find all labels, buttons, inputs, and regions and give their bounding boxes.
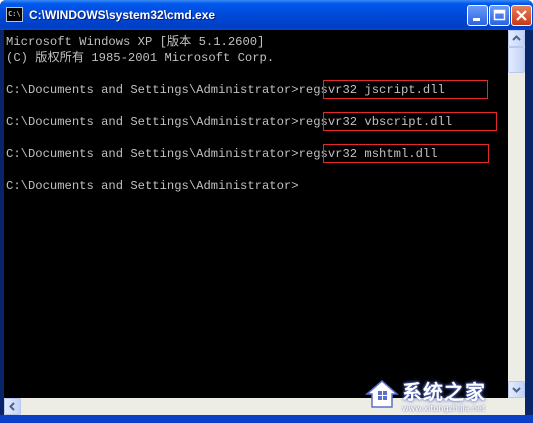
command-highlight-box	[323, 112, 497, 131]
scroll-left-button[interactable]	[4, 398, 21, 415]
watermark-url: www.xitongzhijia.net	[402, 404, 486, 413]
cmd-window: C:\ C:\WINDOWS\system32\cmd.exe Microsof…	[0, 0, 533, 423]
arrow-left-icon	[9, 402, 15, 411]
command-highlight-box	[323, 80, 488, 99]
close-button[interactable]	[511, 5, 532, 26]
console-line-4: C:\Documents and Settings\Administrator>	[6, 178, 299, 194]
maximize-button[interactable]	[489, 5, 510, 26]
window-frame-bottom	[0, 415, 533, 423]
scroll-thumb[interactable]	[508, 47, 525, 73]
arrow-up-icon	[512, 35, 521, 41]
watermark: 系统之家 www.xitongzhijia.net	[358, 372, 528, 416]
minimize-icon	[473, 18, 480, 21]
watermark-text: 系统之家	[402, 380, 486, 404]
scroll-up-button[interactable]	[508, 30, 525, 47]
minimize-button[interactable]	[467, 5, 488, 26]
vertical-scrollbar[interactable]	[508, 30, 525, 398]
maximize-icon	[493, 9, 506, 21]
console-output[interactable]: Microsoft Windows XP [版本 5.1.2600] (C) 版…	[4, 30, 508, 398]
cmd-icon[interactable]: C:\	[6, 7, 23, 22]
title-bar[interactable]: C:\ C:\WINDOWS\system32\cmd.exe	[0, 0, 533, 30]
banner-line-2: (C) 版权所有 1985-2001 Microsoft Corp.	[6, 51, 275, 65]
banner-line-1: Microsoft Windows XP [版本 5.1.2600]	[6, 35, 265, 49]
close-icon	[516, 10, 527, 21]
command-highlight-box	[323, 144, 489, 163]
prompt: C:\Documents and Settings\Administrator>	[6, 115, 299, 129]
prompt: C:\Documents and Settings\Administrator>	[6, 83, 299, 97]
house-logo-icon	[364, 380, 400, 408]
prompt: C:\Documents and Settings\Administrator>	[6, 179, 299, 193]
prompt: C:\Documents and Settings\Administrator>	[6, 147, 299, 161]
window-title: C:\WINDOWS\system32\cmd.exe	[29, 8, 216, 22]
